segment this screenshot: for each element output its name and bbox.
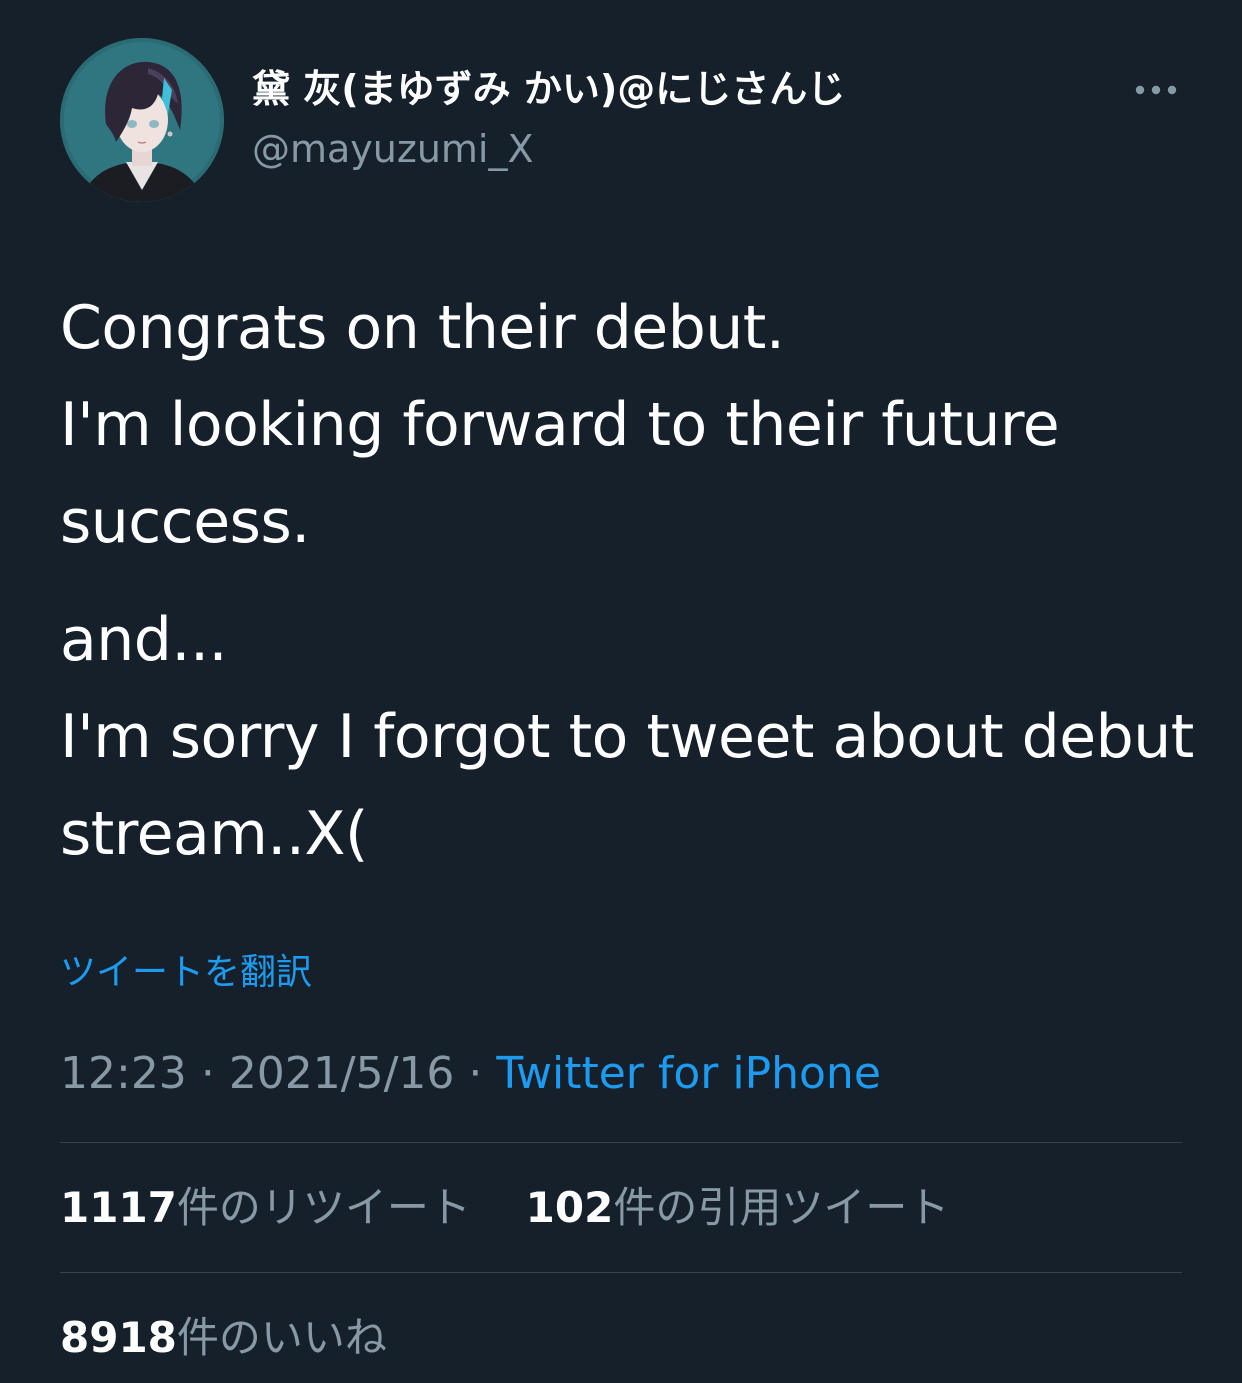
tweet-paragraph-1: Congrats on their debut. I'm looking for… xyxy=(60,293,1060,557)
meta-separator: · xyxy=(200,1048,215,1099)
tweet-meta: 12:23 · 2021/5/16 · Twitter for iPhone xyxy=(60,1046,881,1102)
likes-label: 件のいいね xyxy=(176,1313,387,1362)
tweet-date: 2021/5/16 xyxy=(228,1048,455,1099)
quotes-label: 件の引用ツイート xyxy=(613,1183,950,1232)
tweet-paragraph-2: and... I'm sorry I forgot to tweet about… xyxy=(60,605,1194,869)
quotes-count: 102 xyxy=(525,1183,614,1232)
tweet-source-link[interactable]: Twitter for iPhone xyxy=(496,1048,880,1099)
tweet-time: 12:23 xyxy=(60,1048,187,1099)
avatar[interactable] xyxy=(60,38,224,202)
display-name[interactable]: 黛 灰(まゆずみ かい)@にじさんじ xyxy=(252,64,845,114)
likes-count: 8918 xyxy=(60,1313,177,1362)
more-horizontal-icon xyxy=(1135,85,1177,95)
quotes-stat[interactable]: 102件の引用ツイート xyxy=(526,1183,950,1232)
divider xyxy=(60,1142,1182,1143)
meta-separator: · xyxy=(468,1048,483,1099)
more-options-button[interactable] xyxy=(1128,72,1184,108)
likes-stats-row: 8918件のいいね xyxy=(60,1310,387,1366)
handle[interactable]: @mayuzumi_X xyxy=(252,124,534,174)
likes-stat[interactable]: 8918件のいいね xyxy=(60,1313,387,1362)
divider xyxy=(60,1272,1182,1273)
tweet-text: Congrats on their debut. I'm looking for… xyxy=(60,280,1200,883)
retweets-label: 件のリツイート xyxy=(176,1183,471,1232)
retweets-stat[interactable]: 1117件のリツイート xyxy=(60,1183,471,1232)
retweets-count: 1117 xyxy=(60,1183,177,1232)
avatar-illustration-icon xyxy=(60,38,224,202)
retweet-stats-row: 1117件のリツイート 102件の引用ツイート xyxy=(60,1180,949,1236)
translate-tweet-link[interactable]: ツイートを翻訳 xyxy=(60,950,312,996)
